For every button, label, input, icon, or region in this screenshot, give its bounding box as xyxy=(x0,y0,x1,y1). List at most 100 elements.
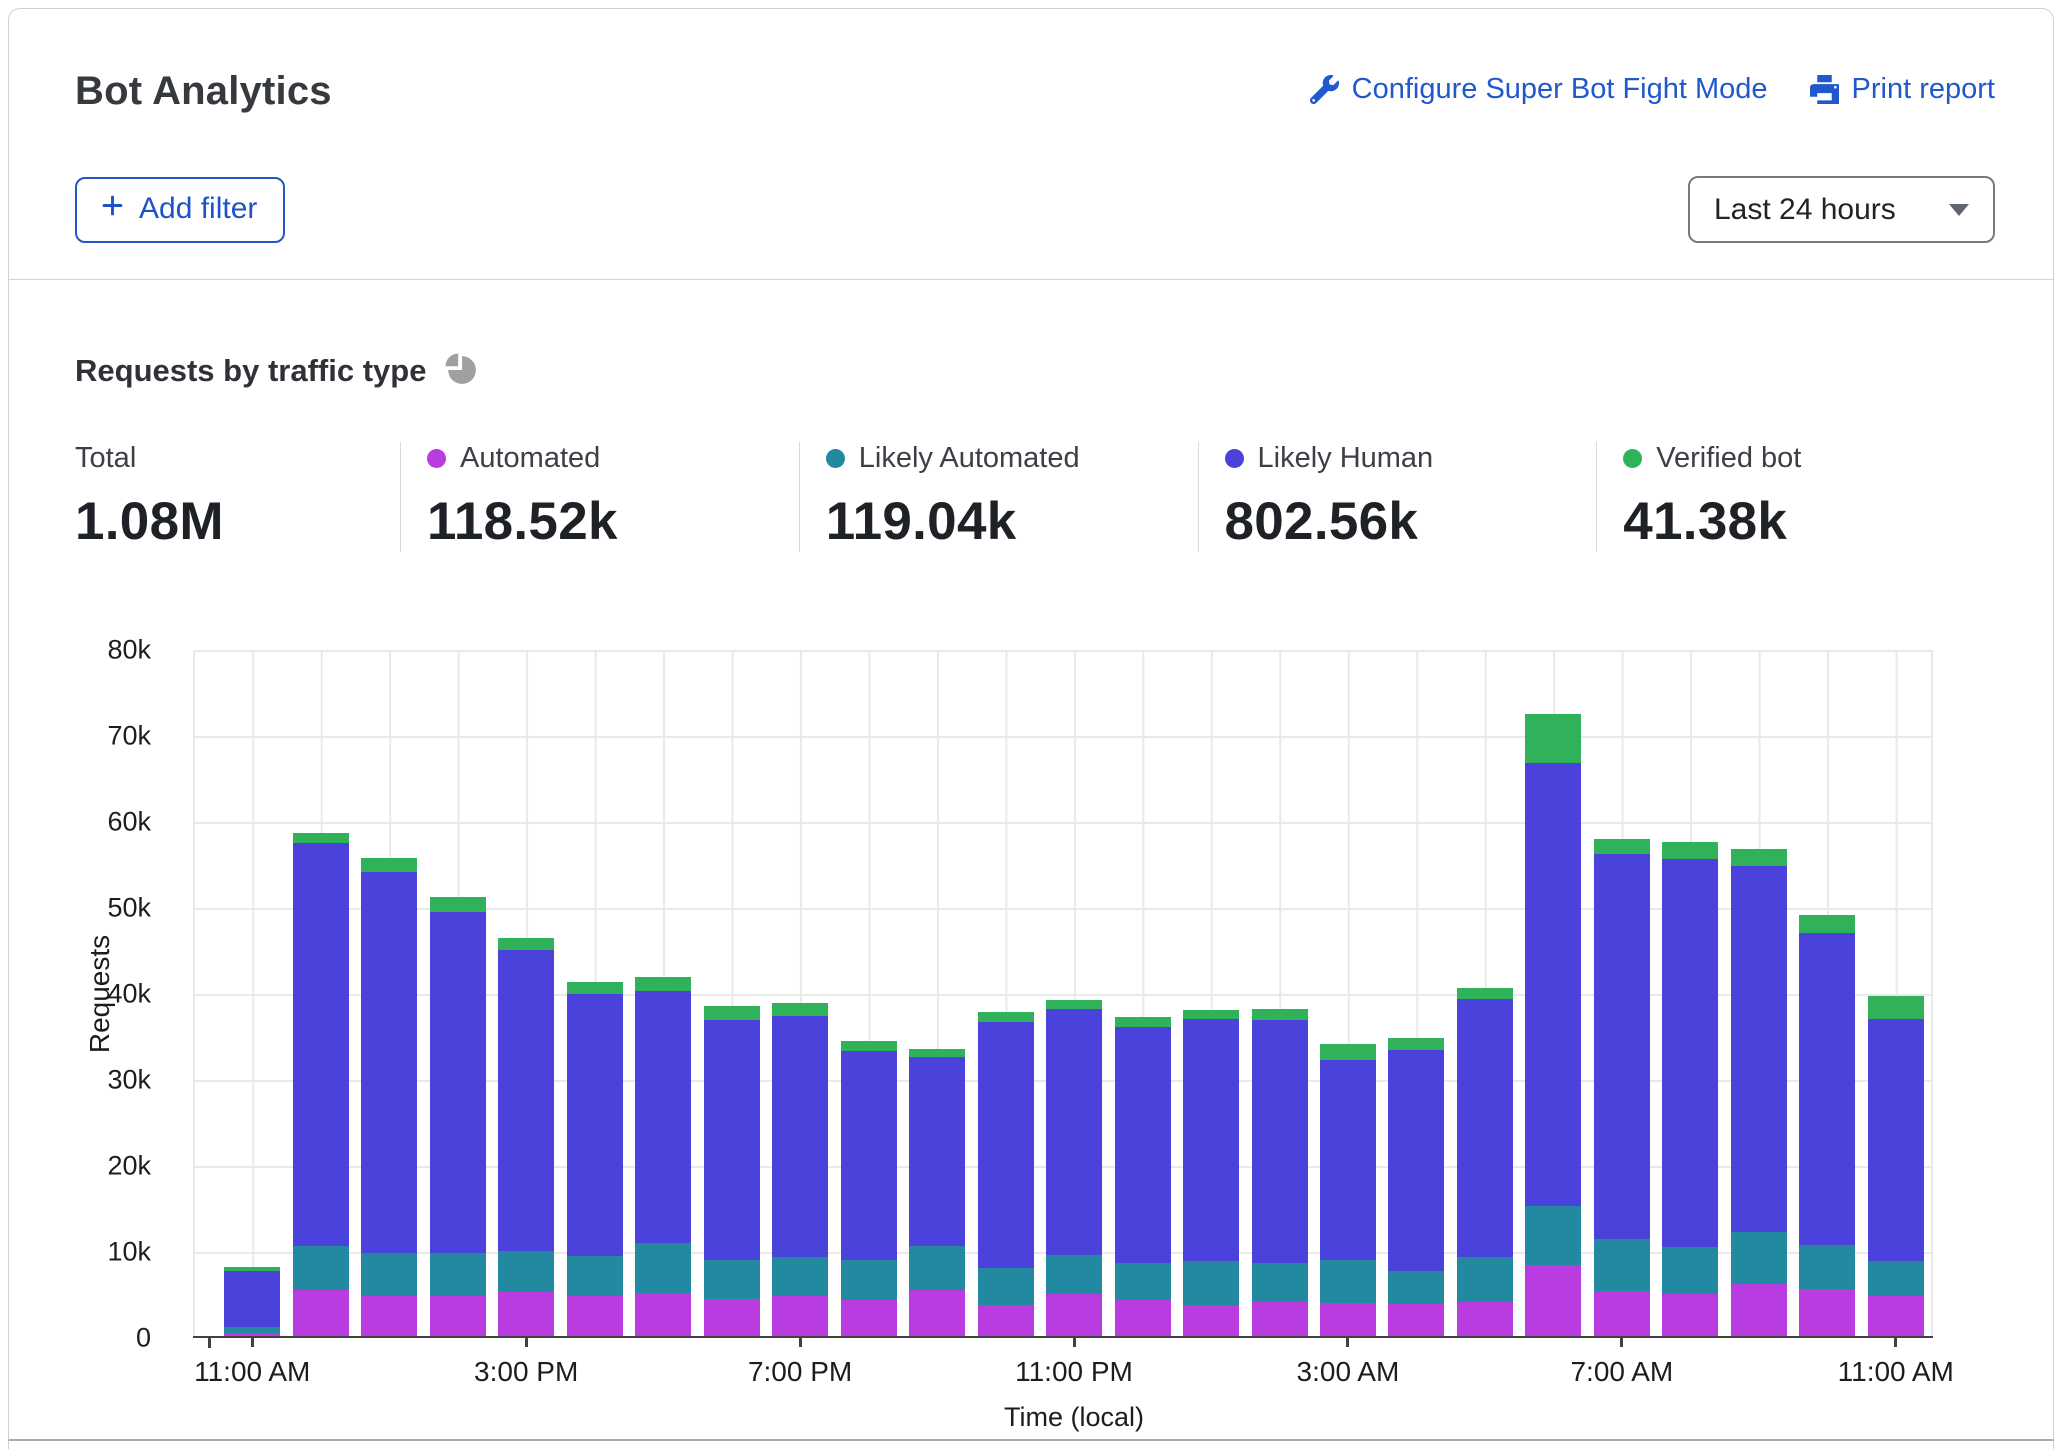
bar-segment-automated xyxy=(635,1293,691,1336)
bar-segment-likely-automated xyxy=(361,1253,417,1296)
bar-slot xyxy=(697,650,765,1336)
stat-value: 118.52k xyxy=(427,491,799,552)
x-tick-label: 3:00 PM xyxy=(474,1356,578,1388)
bar-segment-automated xyxy=(498,1292,554,1336)
bar-segment-likely-automated xyxy=(1388,1271,1444,1305)
plot-area: Time (local) 11:00 AM3:00 PM7:00 PM11:00… xyxy=(193,650,1933,1338)
requests-chart: Requests 010k20k30k40k50k60k70k80k Time … xyxy=(9,650,2053,1443)
bar-segment-likely-human xyxy=(1046,1009,1102,1255)
y-tick-label: 70k xyxy=(107,721,151,752)
bar-segment-likely-human xyxy=(1115,1027,1171,1263)
bar-segment-verified-bot xyxy=(1731,849,1787,866)
stacked-bar xyxy=(1594,839,1650,1336)
bar-slot xyxy=(355,650,423,1336)
bar-slot xyxy=(1314,650,1382,1336)
bar-slot xyxy=(1656,650,1724,1336)
bar-segment-automated xyxy=(841,1300,897,1336)
stat-label: Automated xyxy=(427,442,799,475)
stacked-bar xyxy=(1662,842,1718,1336)
bar-slot xyxy=(1382,650,1450,1336)
bar-segment-automated xyxy=(1115,1300,1171,1336)
section-title: Requests by traffic type xyxy=(75,353,426,389)
time-range-select[interactable]: Last 24 hours xyxy=(1688,176,1995,243)
bar-segment-likely-automated xyxy=(978,1268,1034,1305)
bar-segment-verified-bot xyxy=(293,833,349,843)
bar-segment-likely-automated xyxy=(909,1246,965,1290)
stacked-bar xyxy=(1868,996,1924,1336)
bar-segment-automated xyxy=(224,1333,280,1336)
stacked-bar xyxy=(909,1049,965,1336)
stacked-bar xyxy=(498,938,554,1336)
stats-row: Total 1.08M Automated 118.52k Likely Aut… xyxy=(9,442,2053,552)
x-tick-mark xyxy=(525,1338,528,1347)
bar-segment-automated xyxy=(1662,1294,1718,1336)
bar-segment-verified-bot xyxy=(978,1012,1034,1022)
bar-segment-verified-bot xyxy=(635,977,691,991)
x-tick-mark xyxy=(799,1338,802,1347)
bar-slot xyxy=(1177,650,1245,1336)
stat-verified-bot: Verified bot 41.38k xyxy=(1596,442,1995,552)
controls: Add filter Last 24 hours xyxy=(9,114,2053,243)
bar-segment-verified-bot xyxy=(1457,988,1513,999)
bar-segment-verified-bot xyxy=(1046,1000,1102,1009)
bar-segment-automated xyxy=(772,1296,828,1336)
bar-segment-likely-automated xyxy=(772,1257,828,1297)
bar-slot xyxy=(629,650,697,1336)
print-report-link[interactable]: Print report xyxy=(1810,73,1995,106)
stat-automated: Automated 118.52k xyxy=(400,442,799,552)
y-tick-label: 50k xyxy=(107,893,151,924)
bar-segment-likely-automated xyxy=(635,1243,691,1293)
bar-segment-likely-human xyxy=(635,991,691,1243)
add-filter-label: Add filter xyxy=(139,192,257,226)
plus-icon xyxy=(99,192,126,227)
stacked-bar xyxy=(1320,1044,1376,1336)
x-tick-label: 3:00 AM xyxy=(1297,1356,1400,1388)
bar-segment-likely-human xyxy=(1457,999,1513,1257)
bar-slot xyxy=(971,650,1039,1336)
bar-segment-automated xyxy=(1868,1296,1924,1336)
bar-segment-likely-automated xyxy=(1868,1261,1924,1296)
bar-slot xyxy=(1588,650,1656,1336)
bar-segment-verified-bot xyxy=(1799,915,1855,933)
stat-label: Likely Automated xyxy=(826,442,1198,475)
configure-super-bot-fight-mode-link[interactable]: Configure Super Bot Fight Mode xyxy=(1310,73,1768,106)
y-tick-label: 40k xyxy=(107,979,151,1010)
x-tick-mark xyxy=(251,1338,254,1347)
bar-segment-likely-automated xyxy=(1799,1245,1855,1289)
bar-segment-automated xyxy=(1457,1302,1513,1336)
bar-segment-automated xyxy=(1525,1265,1581,1336)
bar-segment-verified-bot xyxy=(1115,1017,1171,1027)
stacked-bar xyxy=(293,833,349,1336)
bars-layer xyxy=(218,650,1930,1336)
bar-segment-verified-bot xyxy=(498,938,554,950)
stacked-bar xyxy=(1525,714,1581,1336)
bar-segment-likely-human xyxy=(430,912,486,1253)
y-tick-label: 60k xyxy=(107,807,151,838)
wrench-icon xyxy=(1310,75,1339,104)
bar-segment-likely-human xyxy=(224,1271,280,1327)
bar-segment-likely-human xyxy=(1183,1019,1239,1262)
bar-slot xyxy=(766,650,834,1336)
bar-segment-likely-automated xyxy=(1115,1263,1171,1300)
stacked-bar xyxy=(1388,1038,1444,1336)
add-filter-button[interactable]: Add filter xyxy=(75,177,285,243)
bar-segment-likely-automated xyxy=(293,1246,349,1291)
stacked-bar xyxy=(1183,1010,1239,1336)
stat-value: 1.08M xyxy=(75,491,400,552)
bar-segment-likely-automated xyxy=(1320,1260,1376,1303)
bar-segment-verified-bot xyxy=(772,1003,828,1016)
bar-segment-automated xyxy=(430,1296,486,1336)
print-link-label: Print report xyxy=(1852,73,1995,106)
bar-segment-likely-human xyxy=(704,1020,760,1261)
bar-segment-likely-human xyxy=(1662,859,1718,1248)
bar-segment-likely-human xyxy=(1868,1019,1924,1262)
bar-segment-likely-human xyxy=(361,872,417,1253)
bar-slot xyxy=(560,650,628,1336)
stacked-bar xyxy=(1731,849,1787,1336)
stacked-bar xyxy=(772,1003,828,1336)
stat-value: 119.04k xyxy=(826,491,1198,552)
bar-segment-automated xyxy=(567,1296,623,1336)
stat-likely-automated: Likely Automated 119.04k xyxy=(799,442,1198,552)
stat-likely-human: Likely Human 802.56k xyxy=(1198,442,1597,552)
bar-segment-likely-human xyxy=(978,1022,1034,1268)
